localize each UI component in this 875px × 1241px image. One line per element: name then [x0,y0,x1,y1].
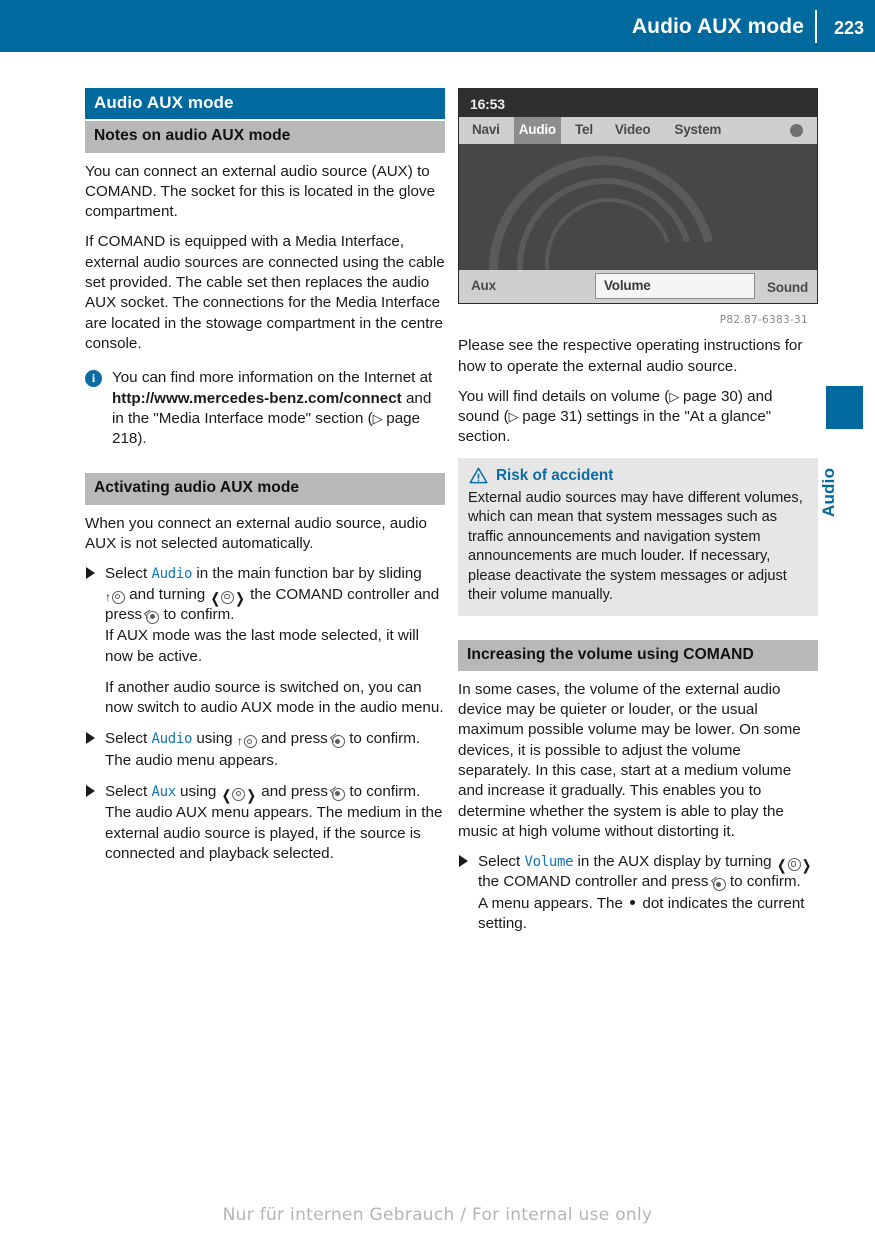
step1-text-mid1: in the main function bar by sliding [192,565,422,583]
para2-part1: You will find details on volume ( [458,387,670,405]
turn-knob-icon: ❬ ❭ [209,589,246,606]
slide-up-knob-icon [105,590,125,605]
bullet-dot-icon [630,899,636,905]
step1-text-mid2: and turning [125,585,210,603]
paragraph-volume-adjust-advice: In some cases, the volume of the externa… [458,680,801,840]
screen-softkey-bar: Aux Volume Sound [459,270,817,303]
page-header-bar: Audio AUX mode 223 [0,0,875,52]
section-tab-label: Audio [819,467,838,517]
note-text-end: ). [137,430,147,448]
page-ref-triangle-icon: ▷ [669,388,683,404]
step3-text-mid3: to confirm. [345,783,421,801]
warning-triangle-icon [469,467,488,484]
page-title: Audio AUX mode [631,15,804,38]
step3-text-mid1: using [175,783,221,801]
comand-screen: 16:53 Navi Audio Tel Video System Aux Vo… [458,88,818,304]
warning-box: Risk of accident External audio sources … [458,457,818,616]
step3-text-mid2: and press [257,783,333,801]
screen-content-area [459,144,817,270]
rstep1-text-mid3: to confirm. [725,873,801,891]
heading-increasing-volume-using-comand: Increasing the volume using COMAND [458,639,818,671]
turn-knob-icon: ❬ ❭ [775,857,813,874]
heading-notes-on-audio-aux-mode: Notes on audio AUX mode [85,121,445,153]
paragraph-see-instructions: Please see the respective operating inst… [458,337,803,375]
warning-heading-row: Risk of accident [468,466,808,486]
page-ref-triangle-icon: ▷ [372,410,387,426]
rstep1-text-before: Select [478,853,525,871]
screen-main-function-bar: Navi Audio Tel Video System [459,117,817,144]
circle-icon[interactable] [790,124,803,137]
step1-result-last-mode: If AUX mode was the last mode selected, … [105,627,420,665]
press-knob-icon [331,734,345,749]
comand-screen-figure: 16:53 Navi Audio Tel Video System Aux Vo… [458,88,818,330]
left-column: Audio AUX mode Notes on audio AUX mode Y… [85,88,445,865]
step1-result-another-source: If another audio source is switched on, … [105,678,444,717]
step-select-aux: Select Aux using ❬ ❭ and press to confirm… [85,782,445,802]
footer-internal-use-notice: Nur für internen Gebrauch / For internal… [222,1205,653,1225]
section-tab-marker [826,386,863,429]
note-text-before: You can find more information on the Int… [112,369,433,387]
step1-command-audio[interactable]: Audio [151,566,192,582]
screen-menu-audio[interactable]: Audio [513,117,561,144]
screen-menu-video[interactable]: Video [615,120,651,140]
step2-result-audio-menu: The audio menu appears. [105,751,279,769]
screen-softkey-sound[interactable]: Sound [767,278,808,298]
right-column: 16:53 Navi Audio Tel Video System Aux Vo… [458,88,818,935]
step3-result-aux-menu: The audio AUX menu appears. The medium i… [105,804,443,862]
step-arrow-icon [86,785,95,798]
para2-ref-volume[interactable]: page 30 [683,388,738,405]
rstep1-command-volume[interactable]: Volume [524,854,573,870]
slide-up-knob-icon [237,734,257,749]
info-icon: i [85,370,102,388]
rstep1-text-mid2: the COMAND controller and press [478,873,713,891]
rstep1-result-menu-appears: A menu appears. The dot indicates the cu… [458,894,818,935]
step2-text-before: Select [105,730,152,748]
screen-clock: 16:53 [470,96,505,112]
info-note: i You can find more information on the I… [85,368,445,449]
step-arrow-icon [459,855,468,868]
step-select-audio-main-bar: Select Audio in the main function bar by… [85,564,445,625]
paragraph-volume-sound-refs: You will find details on volume (▷ page … [458,387,818,448]
paragraph-aux-socket: You can connect an external audio source… [85,162,436,221]
rstep1-text-mid1: in the AUX display by turning [573,853,776,871]
press-knob-icon [332,787,346,802]
warning-body-text: External audio sources may have differen… [468,490,803,604]
step-select-audio-menu: Select Audio using and press to confirm. [85,729,445,749]
warning-heading: Risk of accident [496,466,614,484]
step-arrow-icon [86,567,95,580]
turn-knob-icon: ❬ ❭ [220,787,258,804]
step3-text-before: Select [105,783,152,801]
para2-ref-sound[interactable]: page 31 [522,408,577,425]
step2-text-mid1: using [192,730,237,748]
screen-softkey-aux[interactable]: Aux [471,276,496,296]
step3-command-aux[interactable]: Aux [151,784,176,800]
step2-command-audio[interactable]: Audio [151,731,192,747]
figure-caption: P82.87-6383-31 [719,314,808,326]
main-heading: Audio AUX mode [85,88,445,120]
rstep1-result-part1: A menu appears. The [478,894,628,912]
screen-softkey-volume[interactable]: Volume [595,273,755,299]
paragraph-media-interface: If COMAND is equipped with a Media Inter… [85,233,445,352]
page-number: 223 [833,18,864,38]
paragraph-not-auto-selected: When you connect an external audio sourc… [85,514,427,553]
step-arrow-icon [86,732,95,745]
screen-menu-system[interactable]: System [674,120,721,140]
mercedes-connect-link[interactable]: http://www.mercedes-benz.com/connect [112,390,402,407]
step1-text-mid4: to confirm. [159,605,235,623]
step2-text-mid2: and press [256,730,332,748]
screen-menu-tel[interactable]: Tel [575,120,593,140]
header-divider [815,10,817,43]
step1-text-before: Select [105,565,152,583]
page-ref-triangle-icon: ▷ [508,409,523,425]
step2-text-mid3: to confirm. [344,730,421,748]
screen-menu-navi[interactable]: Navi [472,120,500,140]
screen-status-bar: 16:53 [459,89,817,117]
step-select-volume-aux-display: Select Volume in the AUX display by turn… [458,852,818,893]
press-knob-icon [712,877,726,892]
heading-activating-audio-aux-mode: Activating audio AUX mode [85,473,445,505]
press-knob-icon [146,610,160,625]
